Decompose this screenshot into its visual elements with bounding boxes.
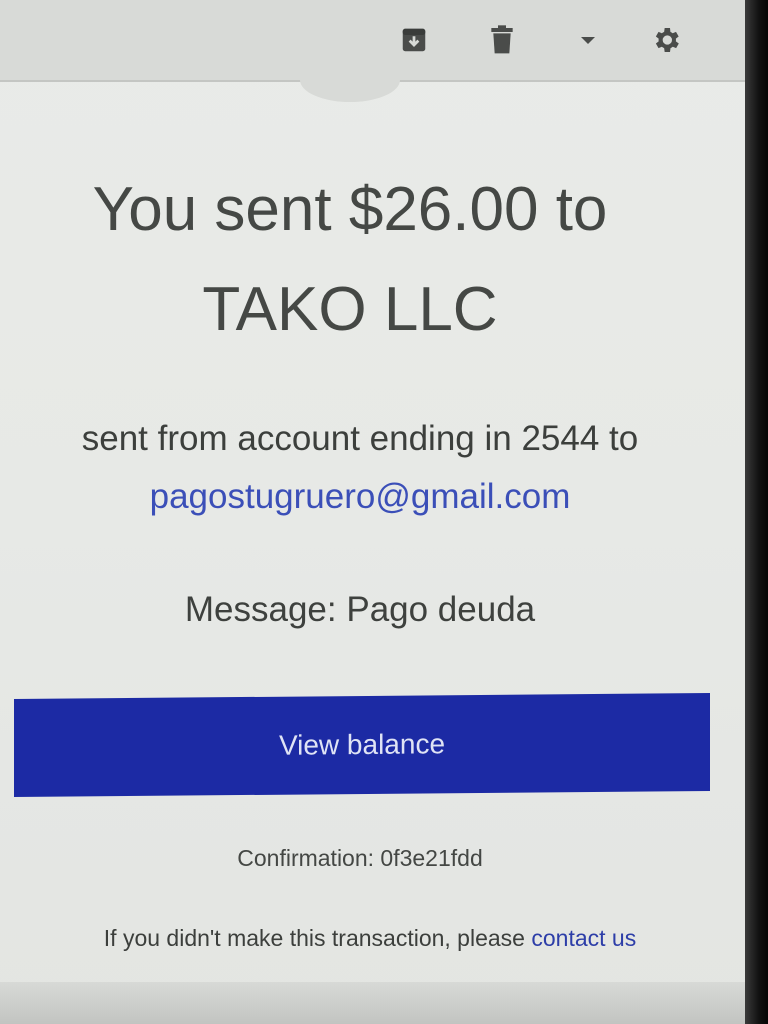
confirmation-code: 0f3e21fdd [380,845,483,871]
device-bezel [745,0,768,1024]
headline-line-1: You sent $26.00 to [92,175,608,244]
confirmation-label: Confirmation: [237,845,375,871]
footer-text: If you didn't make this transaction, ple… [103,925,525,951]
view-balance-button[interactable]: View balance [14,692,710,798]
sent-from-text: sent from account ending in 2544 to [81,419,639,458]
settings-gear-icon[interactable] [650,24,682,56]
dropdown-caret-icon[interactable] [572,24,604,56]
headline-recipient-name: TAKO LLC [202,275,498,344]
contact-us-link[interactable]: contact us [531,925,636,951]
confirmation-line: Confirmation: 0f3e21fdd [10,840,710,876]
message-text: Pago deuda [346,590,536,629]
trash-icon[interactable] [486,24,518,56]
footer-note: If you didn't make this transaction, ple… [40,918,700,958]
message-line: Message: Pago deuda [10,585,710,635]
recipient-email-link[interactable]: pagostugruero@gmail.com [150,477,571,516]
message-label: Message: [184,590,337,629]
view-balance-label: View balance [278,728,446,761]
payment-headline: You sent $26.00 to TAKO LLC [20,160,680,360]
email-view: You sent $26.00 to TAKO LLC sent from ac… [0,0,745,1024]
bottom-bar [0,982,745,1024]
archive-icon[interactable] [398,24,430,56]
toolbar-tab-notch [300,80,400,102]
toolbar [0,0,745,82]
sent-from-block: sent from account ending in 2544 to pago… [10,410,710,526]
